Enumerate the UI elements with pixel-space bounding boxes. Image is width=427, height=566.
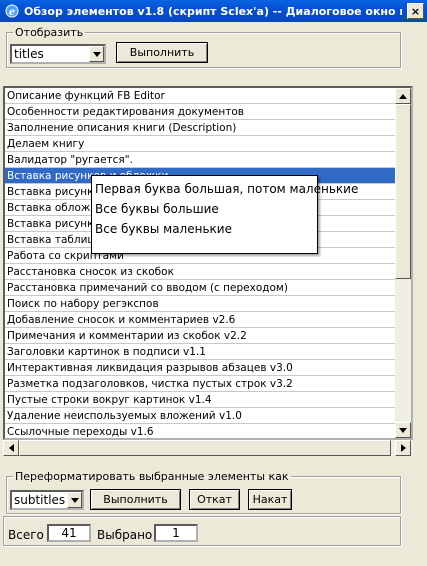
list-item[interactable]: Удаление неиспользуемых вложений v1.0 bbox=[5, 408, 397, 424]
display-select-value: titles bbox=[14, 47, 44, 61]
total-label: Всего bbox=[8, 528, 44, 542]
close-icon: × bbox=[410, 4, 421, 18]
list-item[interactable]: Валидатор "ругается". bbox=[5, 152, 397, 168]
undo-label: Откат bbox=[197, 493, 232, 506]
close-button[interactable]: × bbox=[407, 3, 424, 19]
menu-item-uppercase[interactable]: Все буквы большие bbox=[92, 199, 317, 219]
reformat-run-label: Выполнить bbox=[103, 493, 168, 506]
display-select[interactable]: titles bbox=[10, 44, 106, 64]
case-context-menu: Первая буква большая, потом маленькие Вс… bbox=[91, 175, 358, 254]
vertical-scrollbar[interactable] bbox=[395, 88, 411, 438]
scroll-up-button[interactable] bbox=[395, 88, 411, 104]
list-item[interactable]: Расстановка примечаний со вводом (с пере… bbox=[5, 280, 397, 296]
ie-icon: e bbox=[4, 3, 20, 19]
total-count-value: 41 bbox=[61, 526, 77, 540]
display-group-legend: Отобразить bbox=[15, 26, 84, 39]
vertical-scroll-thumb[interactable] bbox=[395, 104, 411, 279]
redo-label: Накат bbox=[252, 493, 288, 506]
display-run-label: Выполнить bbox=[129, 46, 195, 59]
reformat-select-value: subtitles bbox=[14, 493, 66, 507]
display-run-button[interactable]: Выполнить bbox=[116, 42, 208, 63]
list-item[interactable]: Заполнение описания книги (Description) bbox=[5, 120, 397, 136]
list-item[interactable]: Делаем книгу bbox=[5, 136, 397, 152]
list-item[interactable]: Особенности редактирования документов bbox=[5, 104, 397, 120]
list-item[interactable]: Добавление сносок и комментариев v2.6 bbox=[5, 312, 397, 328]
svg-text:e: e bbox=[9, 7, 15, 18]
selected-label: Выбрано bbox=[97, 528, 153, 542]
elements-list[interactable]: Описание функций FB Editor Особенности ре… bbox=[3, 86, 413, 440]
scroll-right-button[interactable] bbox=[395, 440, 411, 456]
list-item[interactable]: Расстановка сносок из скобок bbox=[5, 264, 397, 280]
list-item[interactable]: Ссылочные переходы v1.6 bbox=[5, 424, 397, 438]
list-item[interactable]: Интерактивная ликвидация разрывов абзаце… bbox=[5, 360, 397, 376]
list-item[interactable]: Описание функций FB Editor bbox=[5, 88, 397, 104]
list-item[interactable]: Пустые строки вокруг картинок v1.4 bbox=[5, 392, 397, 408]
horizontal-scrollbar[interactable] bbox=[3, 440, 413, 456]
window-title: Обзор элементов v1.8 (скрипт Sclex'a) --… bbox=[24, 4, 402, 18]
redo-button[interactable]: Накат bbox=[248, 489, 292, 510]
scroll-down-button[interactable] bbox=[395, 422, 411, 438]
horizontal-scroll-thumb[interactable] bbox=[19, 440, 391, 456]
list-item[interactable]: Поиск по набору регэкспов bbox=[5, 296, 397, 312]
arrow-down-icon bbox=[399, 427, 407, 433]
chevron-down-icon[interactable] bbox=[67, 492, 82, 508]
arrow-left-icon bbox=[8, 444, 14, 452]
arrow-right-icon bbox=[400, 444, 406, 452]
reformat-run-button[interactable]: Выполнить bbox=[90, 489, 181, 510]
reformat-group-legend: Переформатировать выбранные элементы как bbox=[15, 470, 289, 483]
undo-button[interactable]: Откат bbox=[189, 489, 240, 510]
arrow-up-icon bbox=[399, 93, 407, 99]
chevron-down-icon[interactable] bbox=[89, 46, 104, 62]
selected-count-value: 1 bbox=[172, 526, 180, 540]
menu-item-capitalize[interactable]: Первая буква большая, потом маленькие bbox=[92, 179, 358, 199]
title-bar[interactable]: e Обзор элементов v1.8 (скрипт Sclex'a) … bbox=[0, 0, 427, 22]
reformat-select[interactable]: subtitles bbox=[10, 490, 84, 510]
total-count-field[interactable]: 41 bbox=[47, 524, 91, 542]
list-item[interactable]: Примечания и комментарии из скобок v2.2 bbox=[5, 328, 397, 344]
list-item[interactable]: Заголовки картинок в подписи v1.1 bbox=[5, 344, 397, 360]
selected-count-field[interactable]: 1 bbox=[154, 524, 198, 542]
scroll-left-button[interactable] bbox=[3, 440, 19, 456]
menu-item-lowercase[interactable]: Все буквы маленькие bbox=[92, 219, 317, 239]
list-item[interactable]: Разметка подзаголовков, чистка пустых ст… bbox=[5, 376, 397, 392]
